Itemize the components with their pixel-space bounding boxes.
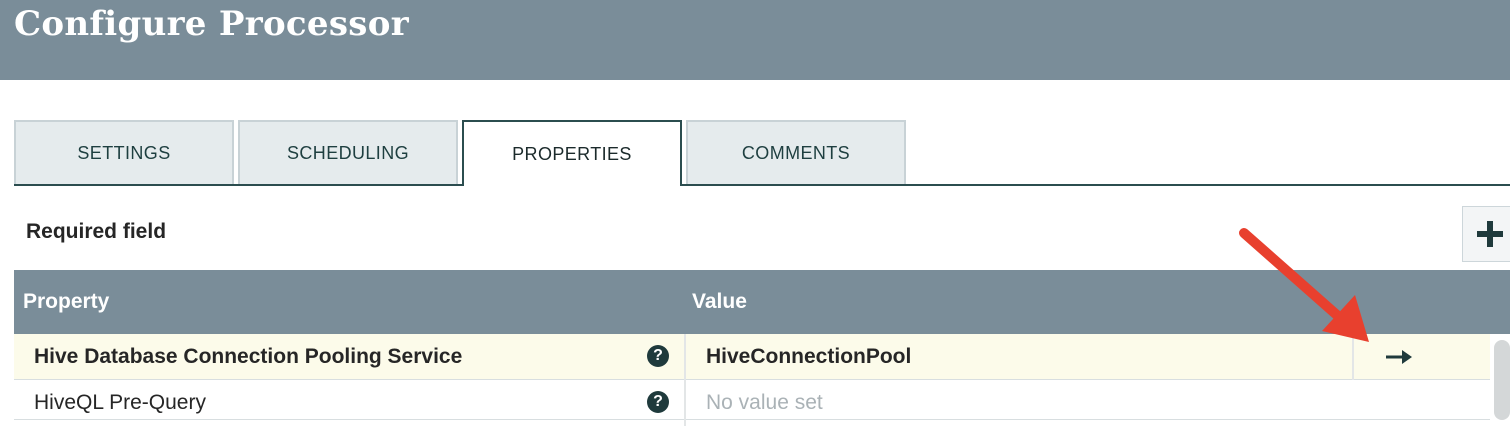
table-row[interactable]: HiveQL Pre-Query ? No value set bbox=[14, 380, 1490, 426]
tab-comments[interactable]: COMMENTS bbox=[686, 120, 906, 184]
arrow-right-icon bbox=[1386, 350, 1412, 364]
column-divider bbox=[1352, 334, 1354, 380]
plus-icon bbox=[1477, 221, 1503, 247]
tab-scheduling[interactable]: SCHEDULING bbox=[238, 120, 458, 184]
column-divider bbox=[684, 334, 686, 380]
property-name: Hive Database Connection Pooling Service bbox=[34, 345, 463, 368]
scrollbar[interactable] bbox=[1494, 340, 1510, 420]
column-divider bbox=[684, 380, 686, 426]
tab-settings[interactable]: SETTINGS bbox=[14, 120, 234, 184]
add-property-button[interactable] bbox=[1462, 206, 1510, 262]
help-icon[interactable]: ? bbox=[647, 345, 669, 367]
dialog-header: Configure Processor bbox=[0, 0, 1510, 80]
property-value[interactable]: HiveConnectionPool bbox=[706, 334, 911, 380]
column-header-property[interactable]: Property bbox=[23, 270, 109, 334]
property-grid-header: Property Value bbox=[14, 270, 1510, 334]
tab-underline bbox=[14, 184, 1510, 186]
property-value[interactable]: No value set bbox=[706, 380, 823, 426]
help-icon[interactable]: ? bbox=[647, 391, 669, 413]
dialog-title: Configure Processor bbox=[14, 4, 409, 44]
property-name: HiveQL Pre-Query bbox=[34, 391, 206, 414]
required-field-label: Required field bbox=[26, 220, 167, 243]
column-header-value[interactable]: Value bbox=[692, 270, 747, 334]
tab-properties[interactable]: PROPERTIES bbox=[462, 120, 682, 186]
go-to-service-button[interactable] bbox=[1374, 342, 1424, 372]
table-row[interactable]: Hive Database Connection Pooling Service… bbox=[14, 334, 1490, 380]
